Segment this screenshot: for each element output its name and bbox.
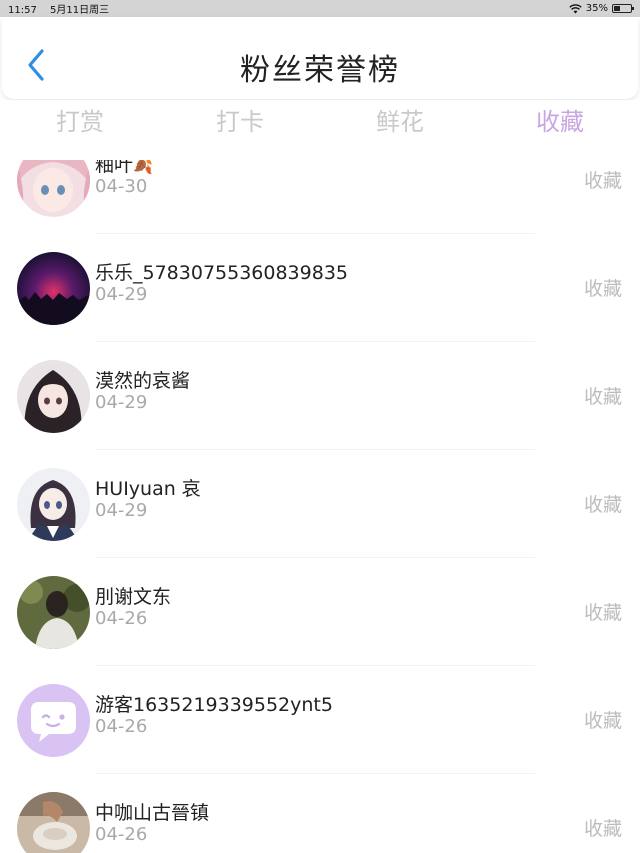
avatar (17, 576, 90, 649)
leaf-icon: 🍂 (133, 160, 153, 175)
fan-date: 04-26 (95, 824, 148, 845)
status-left: 11:57 5月11日周三 (8, 1, 119, 16)
anime-girl-uniform-avatar-icon (17, 468, 90, 541)
battery-icon (612, 4, 634, 13)
tab-favorites[interactable]: 收藏 (480, 100, 640, 144)
avatar (17, 360, 90, 433)
action-label: 收藏 (583, 602, 622, 624)
photo-person-avatar-icon (17, 576, 90, 649)
fan-name: 刖谢文东 (95, 586, 172, 608)
avatar (17, 792, 90, 853)
avatar (17, 252, 90, 325)
list-item[interactable]: 游客1635219339552ynt5 04-26 收藏 (0, 666, 640, 774)
tab-bar: 打赏 打卡 鲜花 收藏 (0, 100, 640, 144)
battery-fill (614, 6, 621, 11)
tab-flowers[interactable]: 鲜花 (320, 100, 480, 144)
action-label: 收藏 (583, 278, 622, 300)
list-item[interactable]: 釉叶🍂 04-30 收藏 (0, 160, 640, 234)
fan-name: 乐乐_57830755360839835 (95, 262, 349, 284)
status-right: 35% (569, 3, 634, 14)
list-item[interactable]: 乐乐_57830755360839835 04-29 收藏 (0, 234, 640, 342)
fan-date: 04-26 (95, 716, 148, 737)
anime-girl-pink-avatar-icon (17, 160, 90, 217)
fan-name: 游客1635219339552ynt5 (95, 694, 333, 716)
fan-name: 釉叶🍂 (95, 160, 153, 177)
fan-name: HUIyuan 哀 (95, 478, 201, 500)
status-time: 11:57 (8, 5, 37, 16)
fan-date: 04-29 (95, 500, 148, 521)
action-label: 收藏 (583, 170, 622, 192)
fan-name-text: 釉叶 (95, 160, 134, 176)
fan-date: 04-29 (95, 392, 148, 413)
avatar (17, 160, 90, 217)
action-label: 收藏 (583, 710, 622, 732)
status-bar: 11:57 5月11日周三 35% (0, 0, 640, 17)
page-title: 粉丝荣誉榜 (240, 53, 400, 88)
action-label: 收藏 (583, 386, 622, 408)
night-sky-avatar-icon (17, 252, 90, 325)
fan-date: 04-29 (95, 284, 148, 305)
avatar (17, 468, 90, 541)
list-item[interactable]: 刖谢文东 04-26 收藏 (0, 558, 640, 666)
fan-name: 漠然的哀酱 (95, 370, 191, 392)
action-label: 收藏 (583, 494, 622, 516)
list-item[interactable]: 漠然的哀酱 04-29 收藏 (0, 342, 640, 450)
anime-girl-dark-hair-avatar-icon (17, 360, 90, 433)
battery-percent: 35% (585, 3, 608, 14)
fan-name: 中咖山古晉镇 (95, 802, 210, 824)
fan-date: 04-30 (95, 176, 148, 197)
list-item[interactable]: HUIyuan 哀 04-29 收藏 (0, 450, 640, 558)
list-item[interactable]: 中咖山古晉镇 04-26 收藏 (0, 774, 640, 853)
fan-date: 04-26 (95, 608, 148, 629)
fan-list: 釉叶🍂 04-30 收藏 乐乐_57830755360839835 04-29 … (0, 160, 640, 853)
guest-chat-avatar-icon (17, 684, 90, 757)
status-date: 5月11日周三 (50, 5, 110, 16)
wifi-icon (569, 3, 582, 13)
avatar (17, 684, 90, 757)
tab-reward[interactable]: 打赏 (0, 100, 160, 144)
header: 粉丝荣誉榜 (2, 17, 638, 99)
photo-hand-avatar-icon (17, 792, 90, 853)
action-label: 收藏 (583, 818, 622, 840)
tab-checkin[interactable]: 打卡 (160, 100, 320, 144)
